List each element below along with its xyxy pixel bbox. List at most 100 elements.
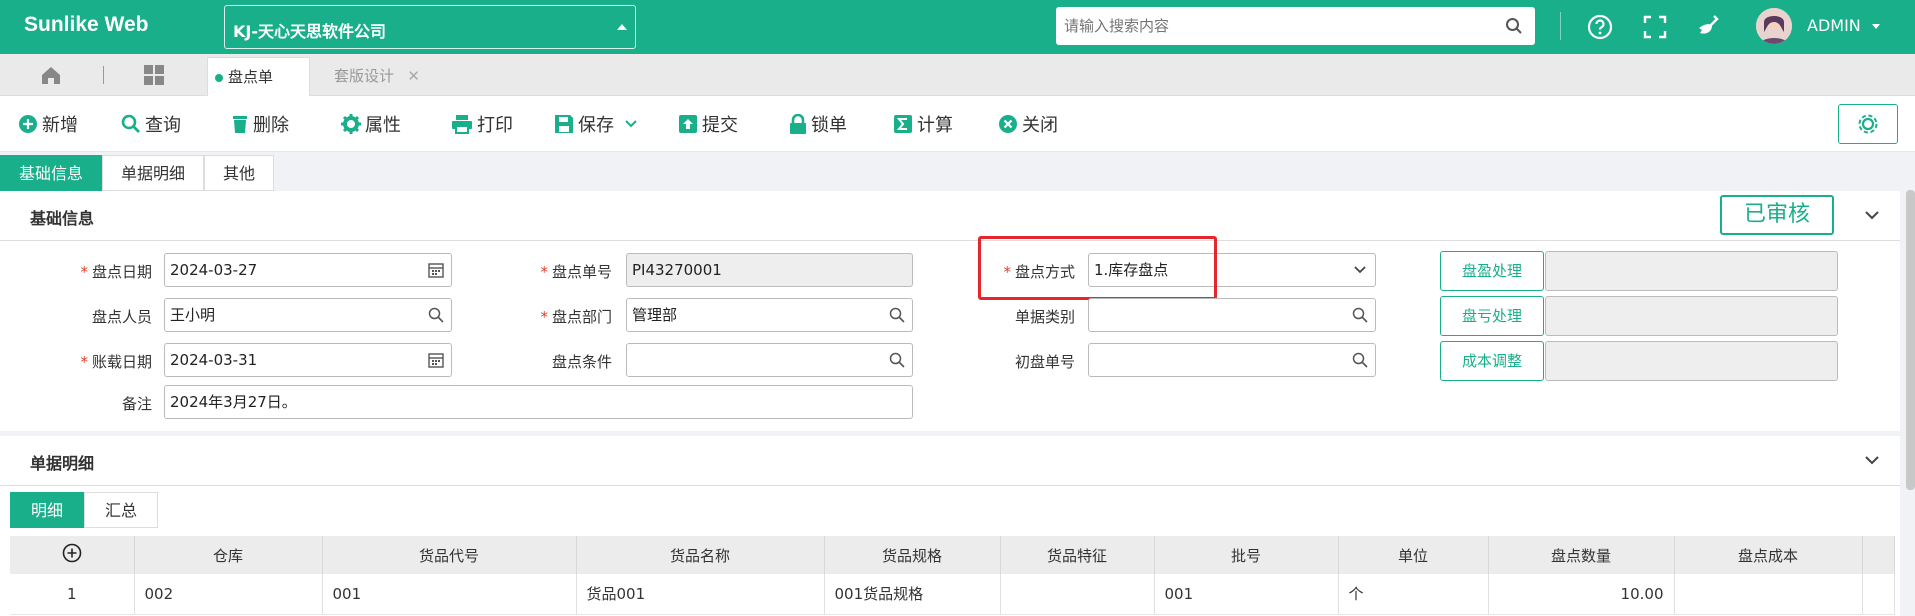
- avatar[interactable]: [1756, 8, 1792, 44]
- surplus-button[interactable]: 盘盈处理: [1440, 251, 1544, 291]
- column-header[interactable]: 货品规格: [824, 536, 1001, 574]
- caret-up-icon: [617, 24, 627, 30]
- lock-icon: [790, 114, 806, 134]
- user-name[interactable]: ADMIN: [1807, 16, 1861, 35]
- tab-document-details[interactable]: 单据明细: [102, 155, 205, 191]
- chevron-down-icon[interactable]: [1352, 262, 1368, 278]
- required-mark: *: [540, 308, 548, 326]
- query-button[interactable]: 查询: [121, 112, 181, 136]
- lock-button[interactable]: 锁单: [789, 112, 847, 136]
- initial-no-label: 初盘单号: [1014, 353, 1075, 371]
- sigma-icon: [894, 115, 912, 133]
- search-icon[interactable]: [428, 307, 444, 323]
- help-icon[interactable]: [1586, 13, 1614, 41]
- active-dot-icon: [215, 74, 223, 82]
- column-header[interactable]: 盘点成本: [1674, 536, 1863, 574]
- cell-batch[interactable]: 001: [1154, 574, 1339, 615]
- company-selector[interactable]: KJ-天心天思软件公司: [224, 5, 636, 49]
- loss-button[interactable]: 盘亏处理: [1440, 296, 1544, 336]
- search-icon[interactable]: [889, 307, 905, 323]
- plus-circle-icon[interactable]: [62, 543, 82, 563]
- post-date-field[interactable]: 2024-03-31: [164, 343, 452, 377]
- field-value: 2024年3月27日。: [170, 393, 297, 411]
- upload-icon: [679, 115, 697, 133]
- settings-button[interactable]: [1838, 104, 1898, 144]
- field-value: PI43270001: [632, 261, 722, 279]
- vertical-scrollbar[interactable]: [1906, 190, 1915, 490]
- calculate-button[interactable]: 计算: [893, 112, 953, 136]
- remark-field[interactable]: 2024年3月27日。: [164, 385, 913, 419]
- query-label: 查询: [145, 115, 181, 136]
- gear-icon: [341, 114, 361, 134]
- chevron-down-icon[interactable]: [1872, 24, 1880, 29]
- panel-header: 基础信息 已审核: [0, 191, 1900, 241]
- post-date-label: * 账载日期: [40, 351, 152, 372]
- column-header[interactable]: 货品名称: [576, 536, 825, 574]
- tab-other[interactable]: 其他: [204, 155, 275, 191]
- fullscreen-icon[interactable]: [1641, 13, 1669, 41]
- new-button[interactable]: 新增: [18, 112, 78, 136]
- properties-button[interactable]: 属性: [341, 112, 401, 136]
- remark-label: 备注: [121, 395, 152, 413]
- search-icon[interactable]: [1505, 17, 1523, 35]
- grid-icon[interactable]: [143, 64, 165, 86]
- tab-basic-info[interactable]: 基础信息: [0, 155, 103, 191]
- cell-qty[interactable]: 10.00: [1488, 574, 1675, 615]
- column-header[interactable]: 仓库: [134, 536, 323, 574]
- tab-template-design[interactable]: 套版设计 ✕: [310, 57, 426, 96]
- print-button[interactable]: 打印: [451, 112, 513, 136]
- submit-button[interactable]: 提交: [678, 112, 738, 136]
- broom-icon[interactable]: [1694, 13, 1722, 41]
- calendar-icon[interactable]: [428, 352, 444, 368]
- cell-warehouse[interactable]: 002: [134, 574, 323, 615]
- column-header[interactable]: 货品代号: [322, 536, 577, 574]
- close-label: 关闭: [1022, 115, 1058, 136]
- column-header[interactable]: 盘点数量: [1488, 536, 1675, 574]
- doc-type-field[interactable]: [1088, 298, 1376, 332]
- chevron-down-icon[interactable]: [1864, 209, 1880, 221]
- search-icon[interactable]: [1352, 307, 1368, 323]
- delete-button[interactable]: 删除: [231, 112, 289, 136]
- brand-logo[interactable]: Sunlike Web: [24, 13, 148, 37]
- tab-summary[interactable]: 汇总: [84, 492, 159, 528]
- initial-no-field[interactable]: [1088, 343, 1376, 377]
- search-icon[interactable]: [1352, 352, 1368, 368]
- search-icon[interactable]: [889, 352, 905, 368]
- close-button[interactable]: 关闭: [998, 112, 1058, 136]
- column-header[interactable]: 单位: [1338, 536, 1489, 574]
- count-dept-label: * 盘点部门: [500, 306, 612, 327]
- gear-icon: [1858, 114, 1878, 134]
- cell-name[interactable]: 货品001: [576, 574, 825, 615]
- required-mark: *: [80, 263, 88, 281]
- chevron-down-icon[interactable]: [1864, 454, 1880, 466]
- close-icon[interactable]: ✕: [407, 57, 420, 96]
- cell-code[interactable]: 001: [322, 574, 577, 615]
- cell-unit[interactable]: 个: [1338, 574, 1489, 615]
- count-dept-field[interactable]: 管理部: [626, 298, 913, 332]
- condition-field[interactable]: [626, 343, 913, 377]
- tab-detail[interactable]: 明细: [10, 492, 85, 528]
- chevron-down-icon[interactable]: [624, 119, 638, 129]
- surplus-value-field: [1545, 251, 1838, 291]
- properties-label: 属性: [365, 115, 401, 136]
- cell-cost[interactable]: [1674, 574, 1863, 615]
- tab-inventory-count[interactable]: 盘点单: [207, 57, 310, 96]
- detail-table: 仓库 货品代号 货品名称 货品规格 货品特征 批号 单位 盘点数量 盘点成本 1…: [10, 536, 1895, 615]
- save-button[interactable]: 保存: [554, 112, 638, 136]
- row-index: 1: [10, 574, 135, 615]
- cell-feature[interactable]: [1000, 574, 1155, 615]
- count-date-field[interactable]: 2024-03-27: [164, 253, 452, 287]
- column-header[interactable]: 批号: [1154, 536, 1339, 574]
- counter-field[interactable]: 王小明: [164, 298, 452, 332]
- cell-spec[interactable]: 001货品规格: [824, 574, 1001, 615]
- cost-adjust-button[interactable]: 成本调整: [1440, 341, 1544, 381]
- home-icon[interactable]: [40, 64, 62, 86]
- search-input[interactable]: [1056, 7, 1486, 45]
- global-search[interactable]: [1056, 7, 1535, 45]
- panel-header: 单据明细: [0, 436, 1900, 486]
- table-row[interactable]: 1 002 001 货品001 001货品规格 001 个 10.00: [10, 574, 1895, 615]
- calendar-icon[interactable]: [428, 262, 444, 278]
- add-row-header[interactable]: [10, 536, 135, 574]
- column-header[interactable]: 货品特征: [1000, 536, 1155, 574]
- panel-title: 单据明细: [30, 454, 95, 473]
